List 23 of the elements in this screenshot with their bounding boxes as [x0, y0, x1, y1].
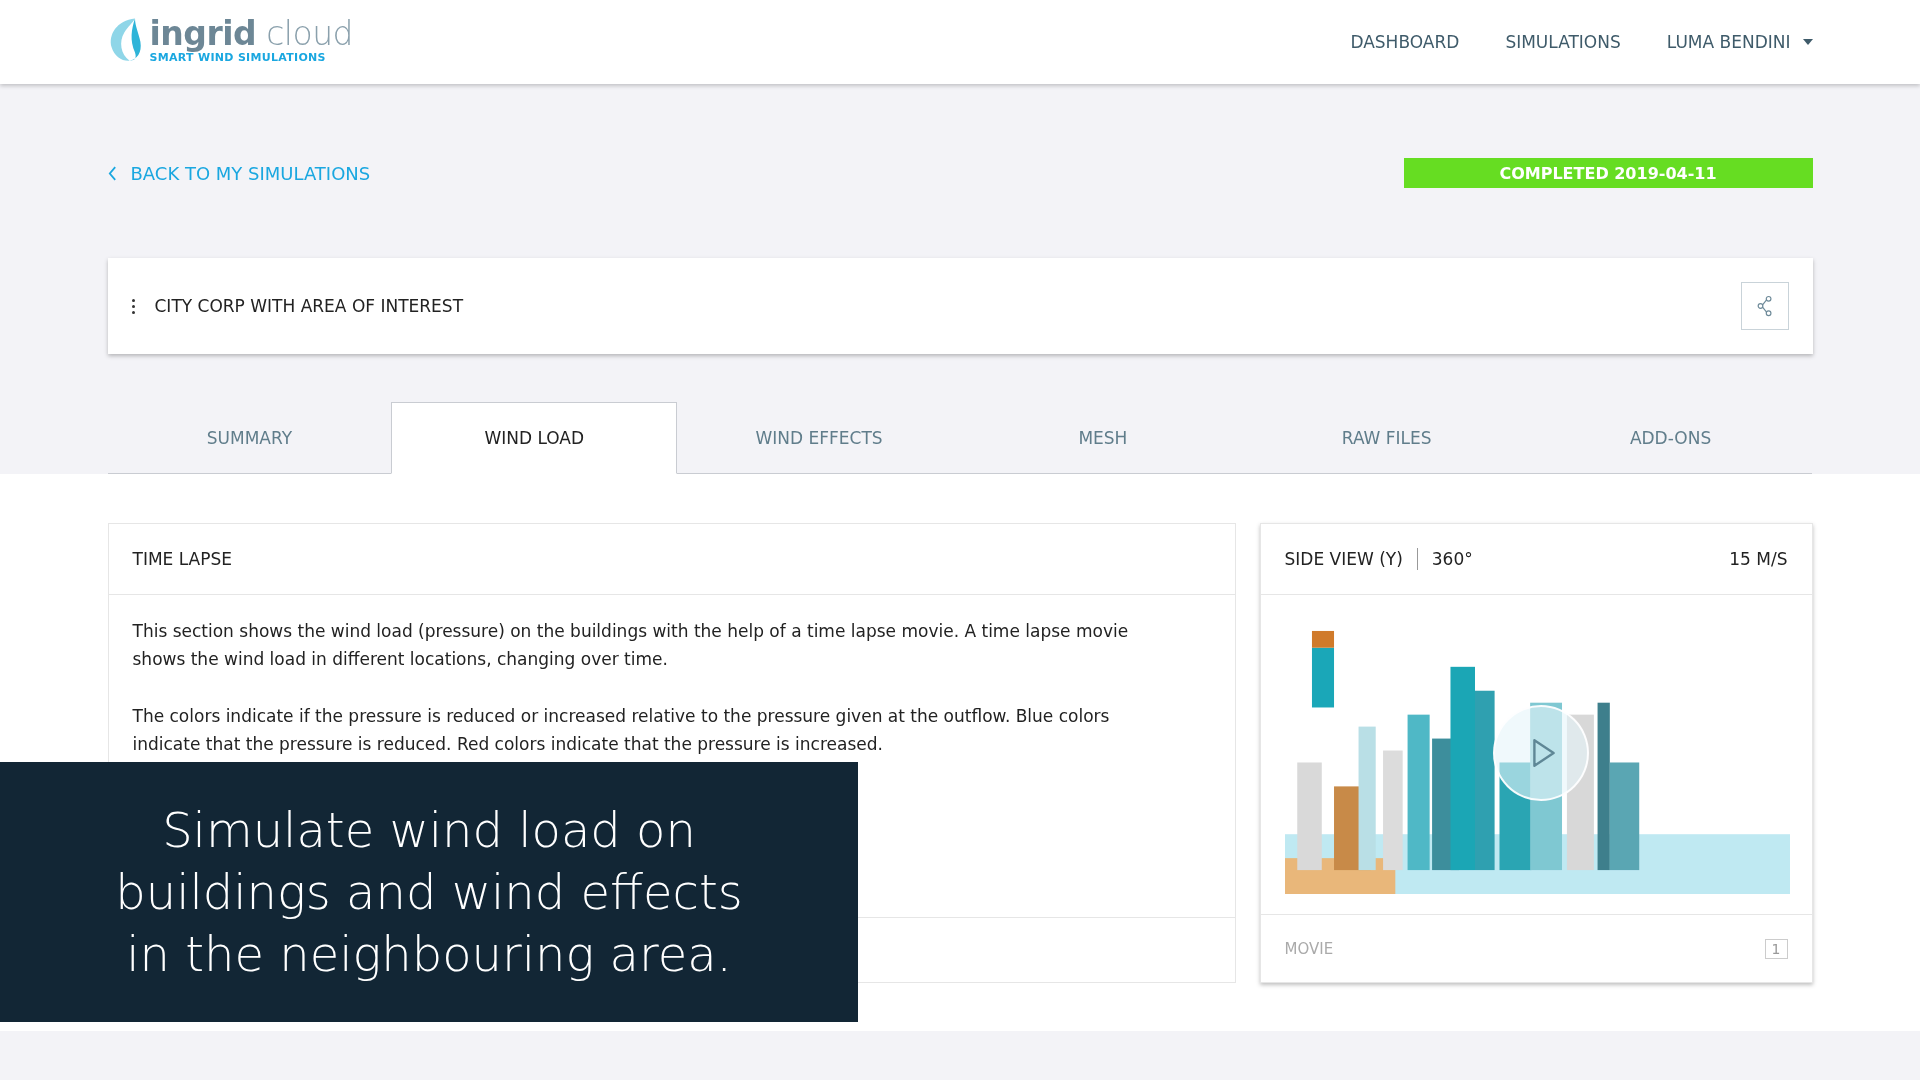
share-button[interactable]: [1740, 282, 1789, 330]
play-icon: [1531, 736, 1556, 770]
logo-wordmark: ingrid cloud: [149, 16, 353, 51]
description-text: This section shows the wind load (pressure) on the buildings with the help of a time lapse movie. A time lapse movie shows the wind load in different locations, changing over time.: [132, 620, 1130, 671]
tab[interactable]: WIND LOAD: [391, 402, 678, 474]
caret-icon: [1802, 39, 1813, 45]
more-options-icon[interactable]: [131, 298, 135, 314]
panel-title: TIME LAPSE: [132, 549, 232, 569]
user-menu[interactable]: LUMA BENDINI: [1666, 32, 1813, 52]
angle-label: 360°: [1431, 549, 1473, 569]
status-badge: COMPLETED 2019-04-11: [1403, 158, 1813, 188]
wind-speed-label: 15 M/S: [1729, 549, 1788, 569]
movie-label: MOVIE: [1284, 940, 1334, 958]
share-icon: [1755, 295, 1774, 317]
nav-link[interactable]: DASHBOARD: [1350, 32, 1460, 52]
caption-text: Simulate wind load on buildings and wind effects in the neighbouring area.: [115, 801, 743, 984]
back-link[interactable]: BACK TO MY SIMULATIONS: [107, 162, 371, 184]
simulation-title: CITY CORP WITH AREA OF INTEREST: [154, 296, 465, 316]
description-text: The colors indicate if the pressure is reduced or increased relative to the pressure given at the outflow. Blue colors indicate that the pressure is reduced. Red colors indicate that the pressure is increased.: [132, 705, 1111, 756]
movie-count: 1: [1764, 939, 1788, 959]
nav-link[interactable]: SIMULATIONS: [1505, 32, 1621, 52]
chevron-left-icon: [107, 165, 117, 181]
view-label: SIDE VIEW (Y): [1284, 549, 1403, 569]
